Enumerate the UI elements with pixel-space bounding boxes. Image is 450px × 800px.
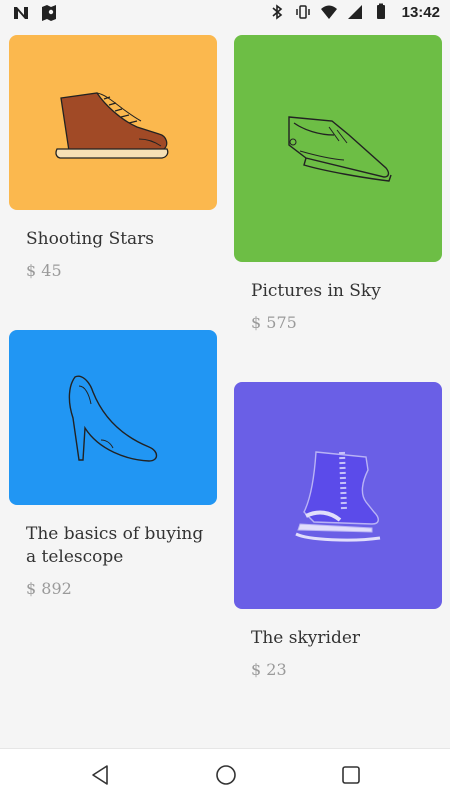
sneaker-icon [55,92,169,159]
product-price: $ 892 [26,579,72,598]
product-price: $ 575 [251,313,297,332]
status-bar: 13:42 [0,0,450,28]
navigation-bar [0,748,450,800]
signal-icon [347,5,362,19]
sandal-icon [288,116,392,182]
product-card[interactable]: Pictures in Sky $ 575 [234,35,442,332]
bluetooth-icon [272,4,282,20]
product-price: $ 45 [26,261,62,280]
map-icon [42,5,56,21]
product-image[interactable] [9,330,217,505]
status-time: 13:42 [401,3,440,21]
n-logo-icon [14,7,28,19]
product-card[interactable]: The skyrider $ 23 [234,382,442,679]
product-grid: Shooting Stars $ 45 Pictures in Sky $ 57… [0,28,450,748]
battery-icon [376,3,385,19]
product-image[interactable] [234,382,442,609]
product-title[interactable]: Shooting Stars [9,228,217,251]
product-image[interactable] [9,35,217,210]
product-card[interactable]: Shooting Stars $ 45 [9,35,217,280]
wifi-icon [320,5,337,19]
product-image[interactable] [234,35,442,262]
home-icon[interactable] [214,763,238,787]
product-title[interactable]: Pictures in Sky [234,280,442,303]
ice-skate-icon [295,451,381,542]
vibrate-icon [295,5,310,19]
high-heel-icon [68,375,158,462]
recents-icon[interactable] [339,763,363,787]
product-title[interactable]: The skyrider [234,627,442,650]
product-title[interactable]: The basics of buying a telescope [9,523,217,569]
back-icon[interactable] [88,763,112,787]
product-card[interactable]: The basics of buying a telescope $ 892 [9,330,217,598]
product-price: $ 23 [251,660,287,679]
